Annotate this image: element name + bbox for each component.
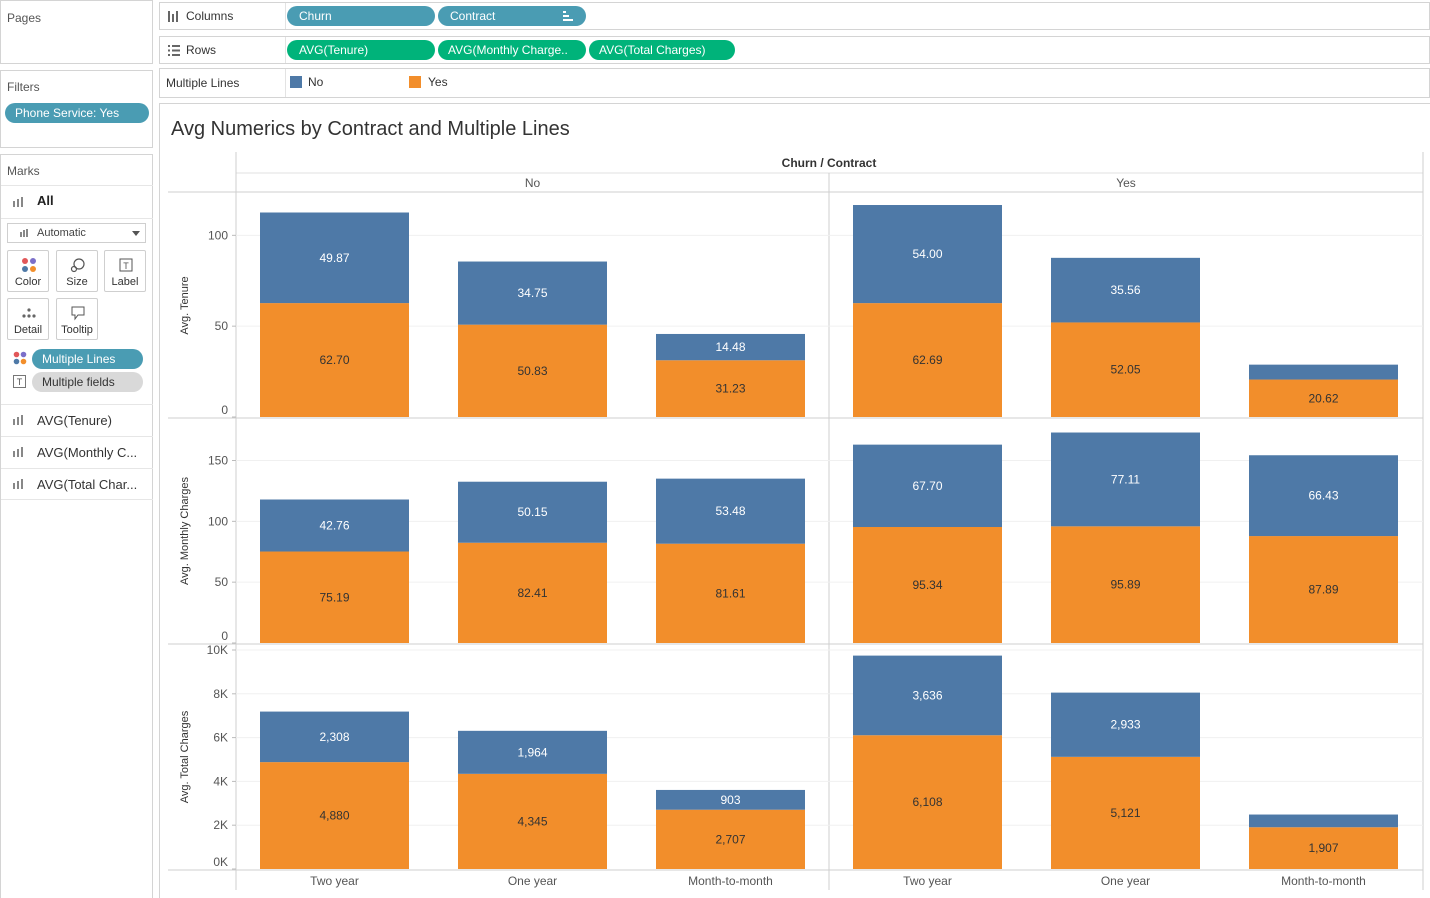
y-tick-label: 2K xyxy=(213,818,228,832)
bar-data-label: 1,964 xyxy=(517,745,547,759)
pane-header-no: No xyxy=(525,176,541,190)
x-category-label: Month-to-month xyxy=(688,874,773,888)
bar-data-label: 95.34 xyxy=(912,578,942,592)
pane-header-yes: Yes xyxy=(1116,176,1136,190)
x-category-label: Two year xyxy=(310,874,359,888)
bar-data-label: 2,308 xyxy=(319,730,349,744)
bar-data-label: 3,636 xyxy=(912,688,942,702)
y-tick-label: 0K xyxy=(213,855,228,869)
bar-data-label: 14.48 xyxy=(715,340,745,354)
bar-data-label: 6,108 xyxy=(912,795,942,809)
bar-data-label: 54.00 xyxy=(912,247,942,261)
y-axis-title: Avg. Tenure xyxy=(179,276,191,334)
bar-data-label: 81.61 xyxy=(715,586,745,600)
y-tick-label: 50 xyxy=(215,319,229,333)
bar-data-label: 35.56 xyxy=(1110,283,1140,297)
x-category-label: Month-to-month xyxy=(1281,874,1366,888)
x-category-label: One year xyxy=(508,874,557,888)
bar-data-label: 2,707 xyxy=(715,832,745,846)
bar-data-label: 20.62 xyxy=(1308,391,1338,405)
bar-data-label: 53.48 xyxy=(715,504,745,518)
bar-data-label: 52.05 xyxy=(1110,363,1140,377)
bar-data-label: 1,907 xyxy=(1308,841,1338,855)
bar-data-label: 903 xyxy=(720,793,740,807)
bar-data-label: 31.23 xyxy=(715,382,745,396)
y-axis-title: Avg. Monthly Charges xyxy=(179,476,191,585)
y-tick-label: 0 xyxy=(221,403,228,417)
bar-data-label: 50.15 xyxy=(517,505,547,519)
bar-data-label: 82.41 xyxy=(517,586,547,600)
bar-segment-no xyxy=(1249,364,1398,380)
y-tick-label: 150 xyxy=(208,454,228,468)
y-tick-label: 100 xyxy=(208,228,228,242)
bar-data-label: 5,121 xyxy=(1110,806,1140,820)
bar-data-label: 87.89 xyxy=(1308,583,1338,597)
bar-data-label: 2,933 xyxy=(1110,718,1140,732)
bar-data-label: 66.43 xyxy=(1308,489,1338,503)
bar-data-label: 77.11 xyxy=(1111,472,1140,486)
bar-data-label: 95.89 xyxy=(1110,578,1140,592)
bar-data-label: 4,880 xyxy=(319,809,349,823)
y-tick-label: 0 xyxy=(221,629,228,643)
bar-data-label: 75.19 xyxy=(319,590,349,604)
x-category-label: Two year xyxy=(903,874,952,888)
bar-data-label: 4,345 xyxy=(517,814,547,828)
y-tick-label: 50 xyxy=(215,575,229,589)
y-axis-title: Avg. Total Charges xyxy=(179,710,191,803)
y-tick-label: 100 xyxy=(208,514,228,528)
bar-data-label: 62.69 xyxy=(912,353,942,367)
x-category-label: One year xyxy=(1101,874,1150,888)
y-tick-label: 4K xyxy=(213,774,228,788)
bar-data-label: 67.70 xyxy=(912,479,942,493)
bar-data-label: 42.76 xyxy=(319,519,349,533)
bar-data-label: 34.75 xyxy=(517,286,547,300)
column-header-title: Churn / Contract xyxy=(782,156,877,170)
bar-data-label: 62.70 xyxy=(319,353,349,367)
y-tick-label: 10K xyxy=(207,643,228,657)
bar-data-label: 49.87 xyxy=(319,251,349,265)
stacked-bar-chart: Churn / Contract No Yes 0 50 100 Avg. Tenure 62… xyxy=(168,152,1424,890)
bar-segment-no xyxy=(1249,814,1398,828)
y-tick-label: 8K xyxy=(213,687,228,701)
bar-data-label: 50.83 xyxy=(517,364,547,378)
y-tick-label: 6K xyxy=(213,731,228,745)
